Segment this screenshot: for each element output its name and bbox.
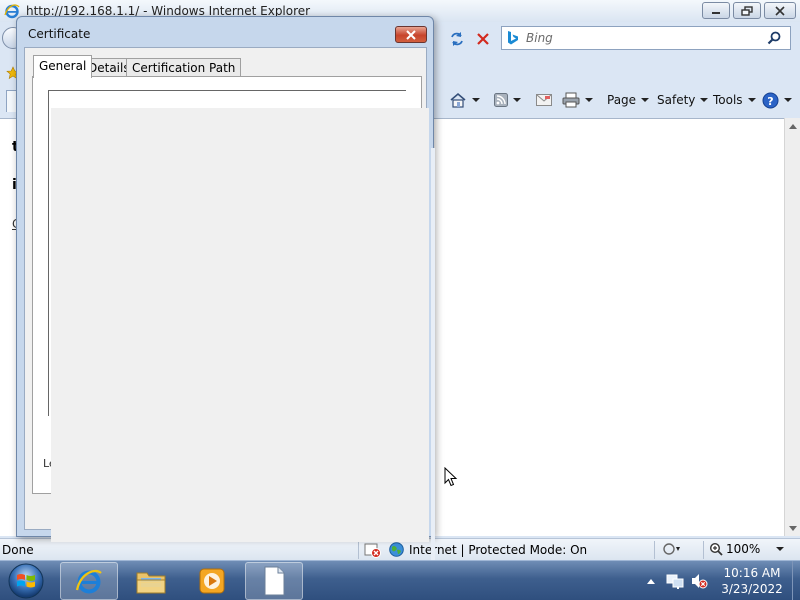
windows-start-icon xyxy=(8,563,44,599)
clock-time: 10:16 AM xyxy=(723,566,781,580)
taskbar-document-button[interactable] xyxy=(245,562,303,600)
print-button[interactable] xyxy=(562,91,593,109)
network-icon[interactable] xyxy=(666,572,684,590)
globe-icon xyxy=(389,542,404,557)
protected-mode-icon xyxy=(663,543,680,555)
tools-dropdown-caret xyxy=(747,98,756,102)
safety-menu-label: Safety xyxy=(657,93,696,107)
bing-icon xyxy=(508,31,518,45)
zoom-level: 100% xyxy=(726,542,761,556)
dialog-title: Certificate xyxy=(28,27,91,41)
dialog-titlebar[interactable]: Certificate xyxy=(17,17,433,47)
home-button[interactable] xyxy=(449,91,480,109)
home-icon xyxy=(450,92,466,108)
taskbar: 10:16 AM 3/23/2022 xyxy=(0,560,800,600)
print-dropdown-caret[interactable] xyxy=(585,98,593,102)
clock-date: 3/23/2022 xyxy=(721,582,783,596)
scroll-down-button[interactable] xyxy=(785,520,800,536)
tools-menu[interactable]: Tools xyxy=(713,91,756,109)
unrendered-area xyxy=(51,108,429,542)
media-player-icon xyxy=(199,568,225,594)
status-separator xyxy=(654,541,655,559)
minimize-button[interactable] xyxy=(702,2,730,19)
clock[interactable]: 10:16 AM 3/23/2022 xyxy=(718,565,786,597)
show-desktop-button[interactable] xyxy=(792,561,800,600)
status-separator xyxy=(358,541,359,559)
ie-logo-icon xyxy=(75,569,102,594)
taskbar-media-player-button[interactable] xyxy=(183,562,241,600)
help-button[interactable]: ? xyxy=(762,91,792,109)
chevron-down-icon xyxy=(789,525,797,531)
help-icon: ? xyxy=(762,92,779,108)
refresh-button[interactable] xyxy=(446,28,468,50)
home-dropdown-caret[interactable] xyxy=(472,98,480,102)
document-icon xyxy=(264,566,285,596)
page-menu[interactable]: Page xyxy=(607,91,650,109)
dialog-edge xyxy=(431,148,435,561)
zoom-control[interactable]: 100% xyxy=(709,542,785,556)
zoom-dropdown-caret[interactable] xyxy=(776,547,785,551)
protected-mode-indicator[interactable] xyxy=(662,542,682,556)
stop-button[interactable] xyxy=(472,28,494,50)
dialog-body: General Details Certification Path Le xyxy=(24,47,435,561)
tab-certification-path[interactable]: Certification Path xyxy=(126,58,242,77)
search-button[interactable] xyxy=(763,30,785,46)
show-hidden-icons-button[interactable] xyxy=(646,576,656,586)
search-box[interactable] xyxy=(501,26,791,50)
security-zone[interactable]: Internet | Protected Mode: On xyxy=(389,542,587,557)
folder-icon xyxy=(136,572,166,594)
chevron-up-icon xyxy=(789,123,797,129)
taskbar-explorer-button[interactable] xyxy=(122,562,180,600)
restore-icon xyxy=(741,5,753,16)
mail-button[interactable] xyxy=(536,91,552,109)
tab-general[interactable]: General xyxy=(33,55,93,78)
help-dropdown-caret xyxy=(784,98,792,102)
window-close-button[interactable] xyxy=(764,2,796,19)
search-input[interactable] xyxy=(526,30,756,46)
chevron-up-icon xyxy=(647,578,655,584)
start-button[interactable] xyxy=(6,562,46,600)
tools-menu-label: Tools xyxy=(713,93,743,107)
scroll-up-button[interactable] xyxy=(785,118,800,134)
certificate-dialog: Certificate General Details Certificatio… xyxy=(16,16,435,561)
svg-text:?: ? xyxy=(767,95,773,108)
system-tray: 10:16 AM 3/23/2022 xyxy=(640,561,800,600)
status-separator xyxy=(703,541,704,559)
taskbar-ie-button[interactable] xyxy=(60,562,118,600)
dialog-close-button[interactable] xyxy=(395,26,427,43)
feeds-button[interactable] xyxy=(494,91,521,109)
page-menu-label: Page xyxy=(607,93,637,107)
close-icon xyxy=(406,29,416,40)
stop-icon xyxy=(477,33,489,45)
blocked-content-icon[interactable] xyxy=(364,542,382,558)
restore-button[interactable] xyxy=(733,2,761,19)
safety-dropdown-caret xyxy=(700,98,709,102)
feeds-dropdown-caret[interactable] xyxy=(513,98,521,102)
print-icon xyxy=(562,92,580,108)
safety-menu[interactable]: Safety xyxy=(657,91,709,109)
zoom-icon xyxy=(709,542,723,556)
feeds-icon xyxy=(494,93,508,107)
minimize-icon xyxy=(712,11,720,14)
mouse-cursor-icon xyxy=(444,467,458,487)
search-icon xyxy=(767,31,781,45)
mail-icon xyxy=(536,94,552,106)
close-icon xyxy=(775,5,785,16)
status-text: Done xyxy=(2,543,34,557)
refresh-icon xyxy=(451,32,463,46)
page-dropdown-caret xyxy=(641,98,650,102)
security-zone-label: Internet | Protected Mode: On xyxy=(409,542,588,557)
volume-muted-icon[interactable] xyxy=(690,572,708,590)
vertical-scrollbar[interactable] xyxy=(784,118,800,536)
